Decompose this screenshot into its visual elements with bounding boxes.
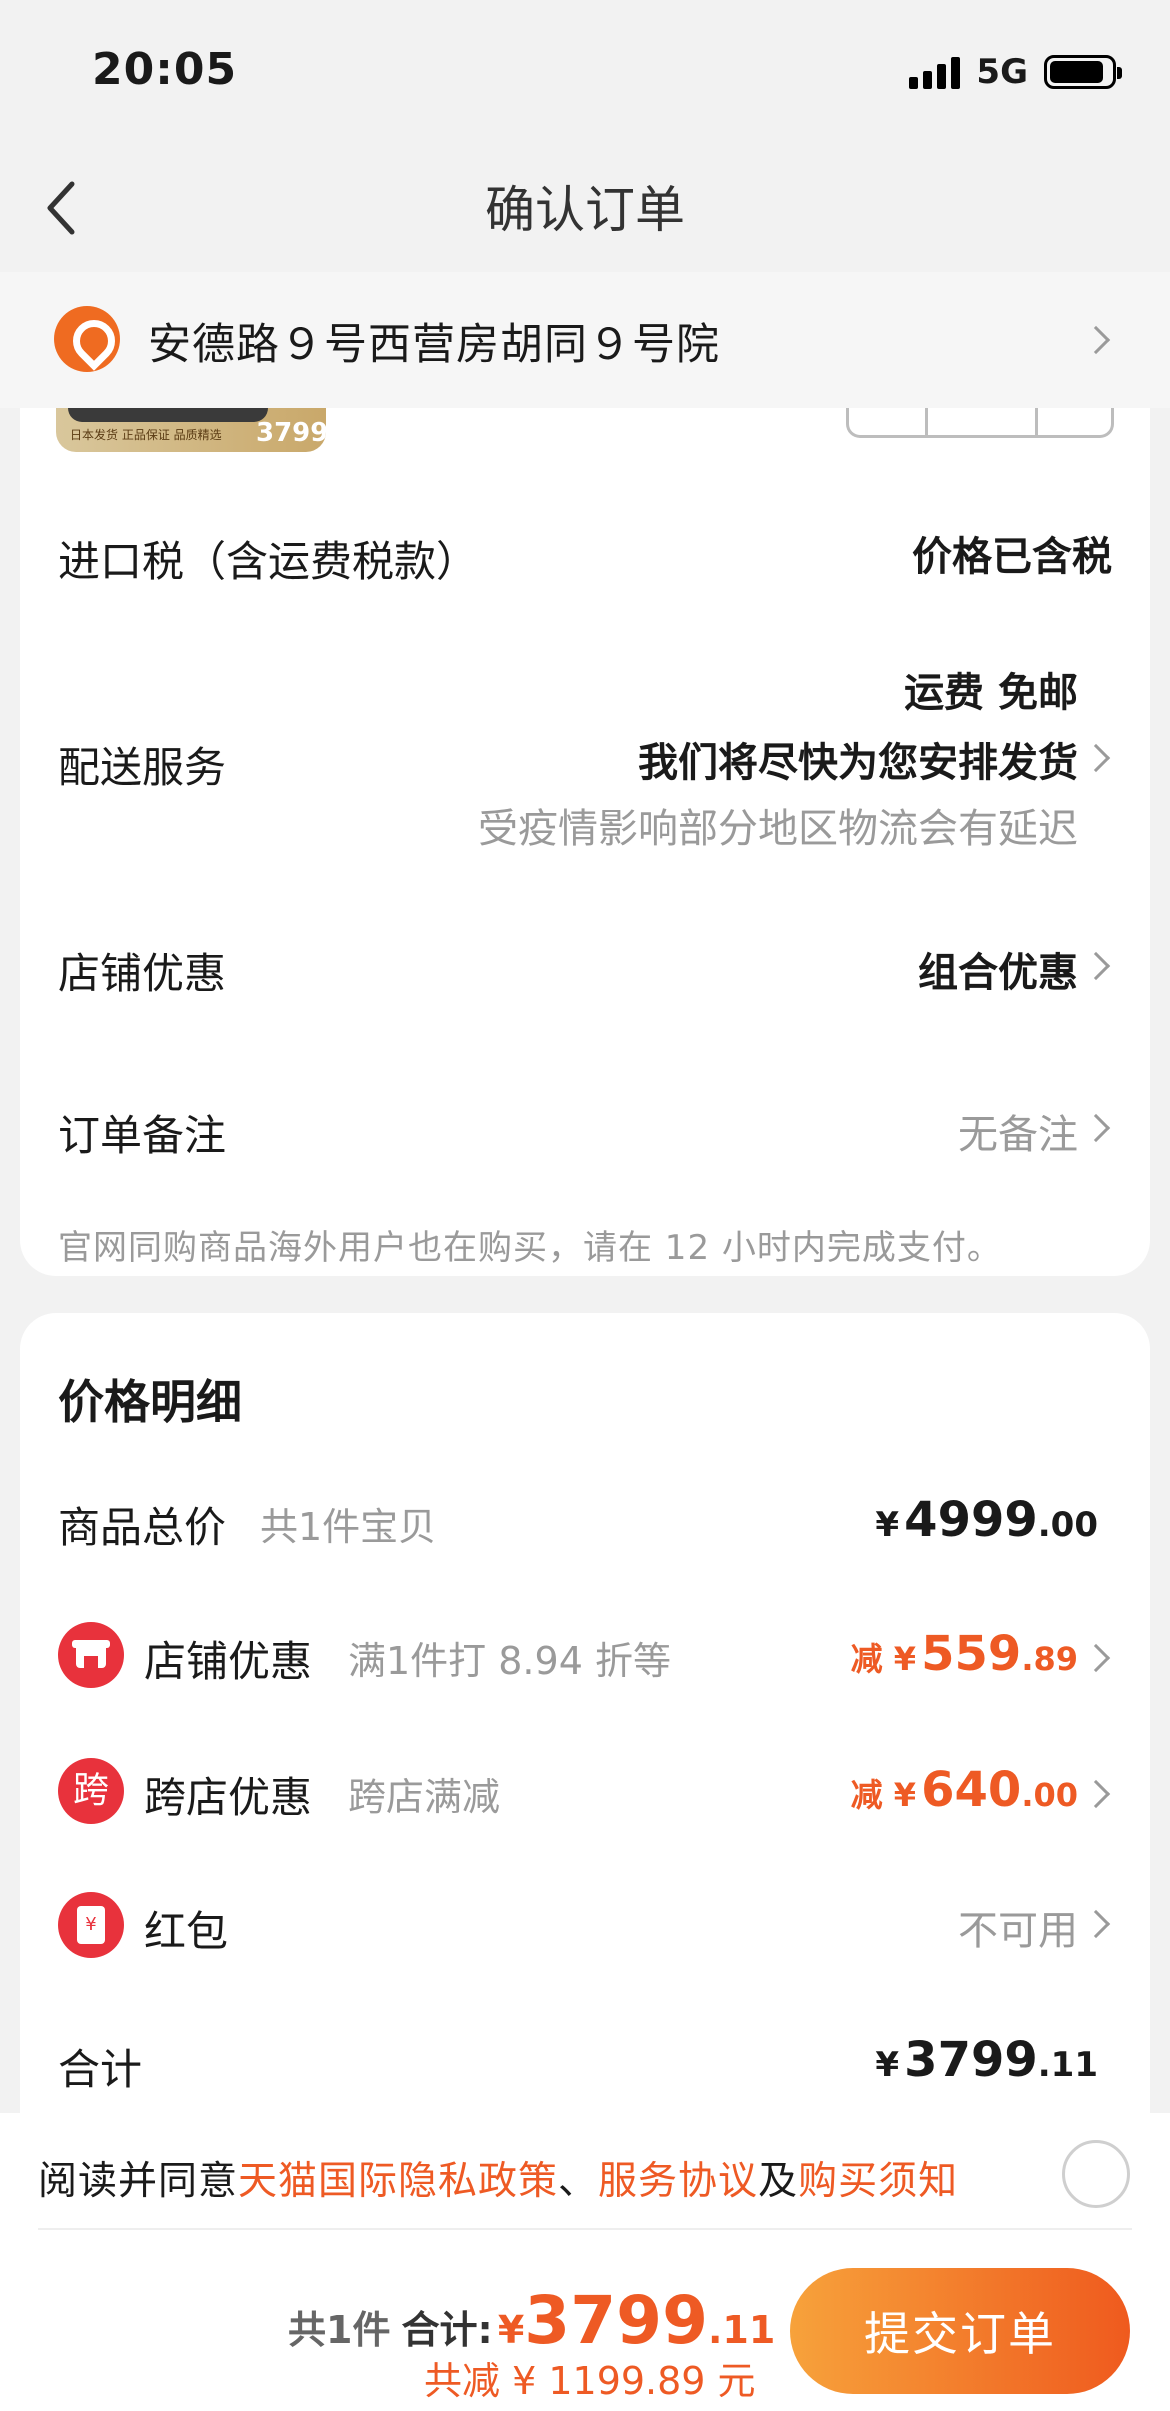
checkout-count: 共1件 <box>288 2308 391 2352</box>
shop-discount-detail-sub: 满1件打 8.94 折等 <box>348 1639 671 1683</box>
shop-discount-amount[interactable]: 减 ¥ 559.89 <box>851 1626 1078 1682</box>
order-remark-value[interactable]: 无备注 <box>958 1102 1078 1160</box>
cross-shop-icon: 跨 <box>58 1758 124 1824</box>
checkout-saved: 共减 ¥ 1199.89 元 <box>424 2359 756 2403</box>
cross-shop-amount[interactable]: 减 ¥ 640.00 <box>851 1762 1078 1818</box>
delivery-fee: 运费 免邮 <box>904 670 1078 716</box>
agree-checkbox[interactable] <box>1062 2140 1130 2208</box>
goods-total-price: ¥ 4999.00 <box>875 1492 1098 1548</box>
red-packet-icon: ¥ <box>58 1892 124 1958</box>
delivery-promise[interactable]: 我们将尽快为您安排发货 <box>638 730 1078 788</box>
price-detail-title: 价格明细 <box>58 1375 242 1429</box>
location-pin-icon <box>54 306 120 372</box>
shop-discount-icon <box>58 1622 124 1688</box>
status-time: 20:05 <box>92 44 238 95</box>
thumbnail-price: 3799 <box>256 418 326 448</box>
goods-total-label: 商品总价 <box>58 1503 227 1552</box>
goods-count: 共1件宝贝 <box>260 1505 437 1549</box>
red-packet-value[interactable]: 不可用 <box>958 1898 1078 1956</box>
total-label: 合计 <box>58 2045 143 2094</box>
price-detail-card <box>20 1313 1150 2143</box>
battery-icon <box>1044 55 1122 89</box>
page-title: 确认订单 <box>485 181 685 239</box>
cross-shop-label: 跨店优惠 <box>144 1773 313 1822</box>
shop-discount-label: 店铺优惠 <box>58 949 227 998</box>
service-agreement-link[interactable]: 服务协议 <box>598 2159 758 2204</box>
quantity-stepper[interactable] <box>846 408 1114 438</box>
network-type: 5G <box>976 52 1028 92</box>
payment-notice: 官网同购商品海外用户也在购买，请在 12 小时内完成支付。 <box>58 1228 1002 1268</box>
thumbnail-tags: 日本发货 正品保证 品质精选 <box>70 428 222 442</box>
watermark <box>1000 2339 1160 2399</box>
shop-discount-value[interactable]: 组合优惠 <box>918 940 1078 998</box>
cross-shop-sub: 跨店满减 <box>348 1775 501 1819</box>
privacy-policy-link[interactable]: 天猫国际隐私政策 <box>238 2159 558 2204</box>
product-thumbnail[interactable]: 日本发货 正品保证 品质精选 3799 <box>56 408 326 452</box>
signal-icon <box>909 55 961 89</box>
total-price: ¥ 3799.11 <box>875 2032 1098 2088</box>
divider <box>38 2228 1132 2230</box>
agreement-text: 阅读并同意天猫国际隐私政策、服务协议及购买须知 <box>38 2159 959 2204</box>
delivery-delay-note: 受疫情影响部分地区物流会有延迟 <box>478 806 1078 852</box>
red-packet-label: 红包 <box>144 1907 229 1956</box>
status-indicators: 5G <box>909 52 1122 92</box>
shop-discount-detail-label: 店铺优惠 <box>144 1637 313 1686</box>
tax-value: 价格已含税 <box>912 534 1112 580</box>
address-text: 安德路９号西营房胡同９号院 <box>148 320 720 370</box>
checkout-total: 共1件 合计: ¥3799.11 <box>288 2282 776 2359</box>
purchase-notice-link[interactable]: 购买须知 <box>798 2159 958 2204</box>
order-remark-label: 订单备注 <box>58 1111 227 1160</box>
tax-label: 进口税（含运费税款） <box>58 537 479 586</box>
delivery-label: 配送服务 <box>58 743 227 792</box>
